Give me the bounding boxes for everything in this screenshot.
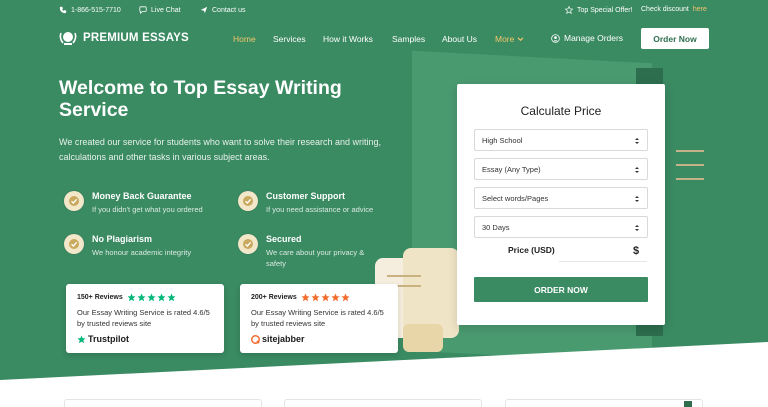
info-card [505,399,703,407]
scroll-indicator[interactable] [684,401,692,407]
section-wave [0,342,768,407]
info-card [64,399,262,407]
hero-section: 1-866-515-7710 Live Chat Contact us Top … [0,0,768,407]
info-card [284,399,482,407]
